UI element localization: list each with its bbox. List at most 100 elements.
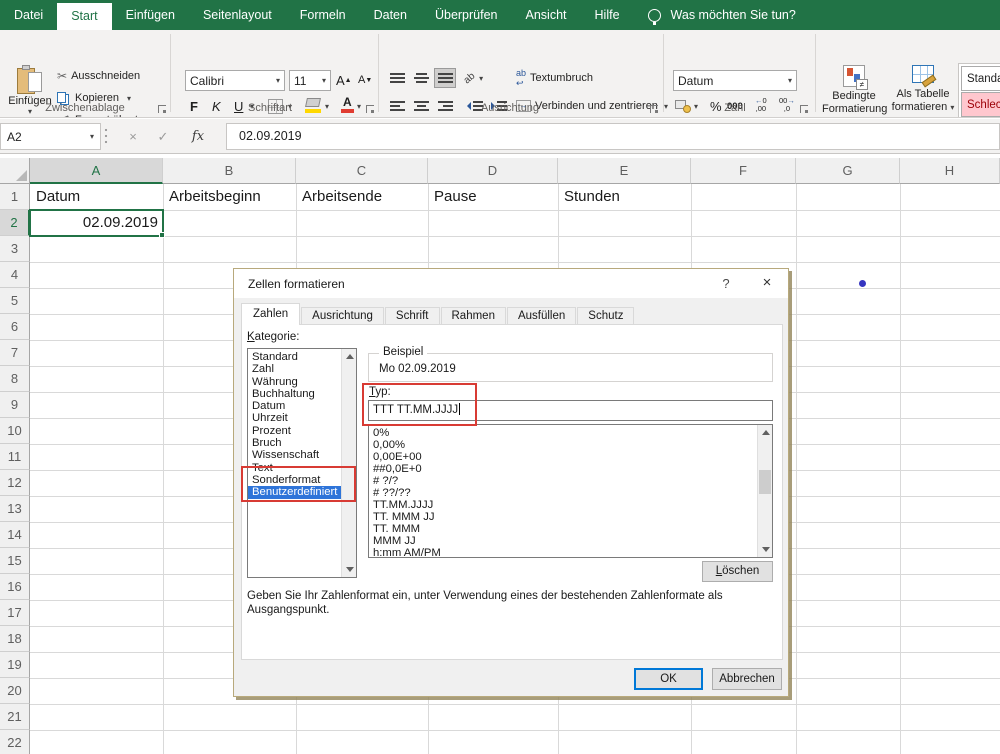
row-header-19[interactable]: 19 [0, 652, 30, 678]
shrink-font-button[interactable]: A▼ [358, 70, 372, 90]
format-item[interactable]: 0,00% [369, 439, 756, 451]
dialog-tab-schutz[interactable]: Schutz [577, 307, 634, 325]
category-item-zahl[interactable]: Zahl [248, 363, 341, 375]
format-scrollbar[interactable] [757, 425, 772, 557]
category-item-buchhaltung[interactable]: Buchhaltung [248, 388, 341, 400]
enter-entry-icon[interactable]: ✓ [150, 123, 176, 150]
row-header-21[interactable]: 21 [0, 704, 30, 730]
dialog-close-button[interactable]: × [758, 274, 776, 291]
number-dialog-launcher[interactable] [800, 105, 808, 113]
format-item[interactable]: TT.MM.JJJJ [369, 499, 756, 511]
dialog-tab-rahmen[interactable]: Rahmen [441, 307, 506, 325]
column-header-b[interactable]: B [163, 158, 296, 184]
dialog-help-button[interactable]: ? [718, 276, 734, 291]
category-item-wissenschaft[interactable]: Wissenschaft [248, 449, 341, 461]
dialog-tab-ausrichtung[interactable]: Ausrichtung [301, 307, 384, 325]
row-header-22[interactable]: 22 [0, 730, 30, 754]
column-header-f[interactable]: F [691, 158, 796, 184]
row-header-8[interactable]: 8 [0, 366, 30, 392]
merge-dropdown-icon[interactable]: ▾ [664, 102, 668, 111]
column-header-g[interactable]: G [796, 158, 900, 184]
dialog-tab-ausfüllen[interactable]: Ausfüllen [507, 307, 576, 325]
row-header-1[interactable]: 1 [0, 184, 30, 210]
cell-style-standard[interactable]: Standard [961, 66, 1000, 91]
dialog-tab-schrift[interactable]: Schrift [385, 307, 440, 325]
category-item-bruch[interactable]: Bruch [248, 437, 341, 449]
category-item-datum[interactable]: Datum [248, 400, 341, 412]
ribbon-tab-ansicht[interactable]: Ansicht [512, 0, 581, 30]
row-header-20[interactable]: 20 [0, 678, 30, 704]
grow-font-button[interactable]: A▲ [336, 70, 352, 90]
alignment-dialog-launcher[interactable] [650, 105, 658, 113]
scroll-up-icon[interactable] [762, 430, 770, 435]
row-header-17[interactable]: 17 [0, 600, 30, 626]
row-header-13[interactable]: 13 [0, 496, 30, 522]
align-left-button[interactable] [386, 96, 408, 116]
name-box-dropdown-icon[interactable]: ▾ [90, 132, 94, 141]
ribbon-tab-datei[interactable]: Datei [0, 0, 57, 30]
formula-input[interactable]: 02.09.2019 [226, 123, 1000, 150]
category-item-prozent[interactable]: Prozent [248, 425, 341, 437]
font-dialog-launcher[interactable] [366, 105, 374, 113]
row-header-3[interactable]: 3 [0, 236, 30, 262]
fill-handle[interactable] [159, 232, 165, 238]
category-listbox[interactable]: StandardZahlWährungBuchhaltungDatumUhrze… [247, 348, 357, 578]
align-middle-button[interactable] [410, 68, 432, 88]
tell-me-search[interactable]: Was möchten Sie tun? [648, 0, 796, 30]
wrap-text-button[interactable]: ab↩ Textumbruch [516, 68, 593, 88]
font-size-combo[interactable]: 11▾ [289, 70, 331, 91]
conditional-formatting-button[interactable]: ≠ Bedingte Formatierung ▾ [822, 65, 886, 118]
cancel-button[interactable]: Abbrechen [712, 668, 782, 690]
format-as-table-button[interactable]: Als Tabelle formatieren ▾ [890, 65, 956, 114]
row-header-11[interactable]: 11 [0, 444, 30, 470]
column-header-c[interactable]: C [296, 158, 428, 184]
cell-d1[interactable]: Pause [434, 184, 477, 210]
format-item[interactable]: 0% [369, 427, 756, 439]
cell-style-schlecht[interactable]: Schlecht [961, 92, 1000, 117]
ribbon-tab-formeln[interactable]: Formeln [286, 0, 360, 30]
cell-a1[interactable]: Datum [36, 184, 80, 210]
row-header-2[interactable]: 2 [0, 210, 30, 236]
ribbon-tab-überprüfen[interactable]: Überprüfen [421, 0, 512, 30]
cut-button[interactable]: ✂ Ausschneiden [57, 66, 140, 86]
category-item-standard[interactable]: Standard [248, 351, 341, 363]
select-all-corner[interactable] [0, 158, 30, 184]
column-header-a[interactable]: A [30, 158, 163, 184]
format-item[interactable]: 0,00E+00 [369, 451, 756, 463]
row-header-12[interactable]: 12 [0, 470, 30, 496]
tell-me-label[interactable]: Was möchten Sie tun? [671, 8, 796, 22]
align-bottom-button[interactable] [434, 68, 456, 88]
format-item[interactable]: ##0,0E+0 [369, 463, 756, 475]
bold-button[interactable]: F [190, 96, 198, 116]
scrollbar-thumb[interactable] [759, 470, 771, 494]
orientation-button[interactable]: ab▾ [464, 68, 483, 88]
align-center-button[interactable] [410, 96, 432, 116]
row-header-15[interactable]: 15 [0, 548, 30, 574]
cancel-entry-icon[interactable]: × [120, 123, 146, 150]
ribbon-tab-start[interactable]: Start [57, 3, 111, 30]
ribbon-tab-hilfe[interactable]: Hilfe [581, 0, 634, 30]
category-scrollbar[interactable] [341, 349, 356, 577]
font-color-icon[interactable]: A [343, 95, 352, 109]
align-top-button[interactable] [386, 68, 408, 88]
row-header-4[interactable]: 4 [0, 262, 30, 288]
delete-button[interactable]: Löschen [702, 561, 773, 582]
row-header-16[interactable]: 16 [0, 574, 30, 600]
ok-button[interactable]: OK [634, 668, 703, 690]
category-item-währung[interactable]: Währung [248, 376, 341, 388]
ribbon-tab-einfügen[interactable]: Einfügen [112, 0, 189, 30]
row-header-14[interactable]: 14 [0, 522, 30, 548]
column-header-d[interactable]: D [428, 158, 558, 184]
font-color-dropdown-icon[interactable]: ▾ [357, 102, 361, 111]
row-header-6[interactable]: 6 [0, 314, 30, 340]
format-item[interactable]: TT. MMM JJ [369, 511, 756, 523]
insert-function-icon[interactable]: fx [185, 123, 211, 150]
format-item[interactable]: h:mm AM/PM [369, 547, 756, 558]
scroll-down-icon[interactable] [762, 547, 770, 552]
format-item[interactable]: # ?/? [369, 475, 756, 487]
format-listbox[interactable]: 0%0,00%0,00E+00##0,0E+0# ?/?# ??/??TT.MM… [368, 424, 773, 558]
format-item[interactable]: TT. MMM [369, 523, 756, 535]
clipboard-dialog-launcher[interactable] [158, 105, 166, 113]
format-item[interactable]: MMM JJ [369, 535, 756, 547]
row-header-10[interactable]: 10 [0, 418, 30, 444]
